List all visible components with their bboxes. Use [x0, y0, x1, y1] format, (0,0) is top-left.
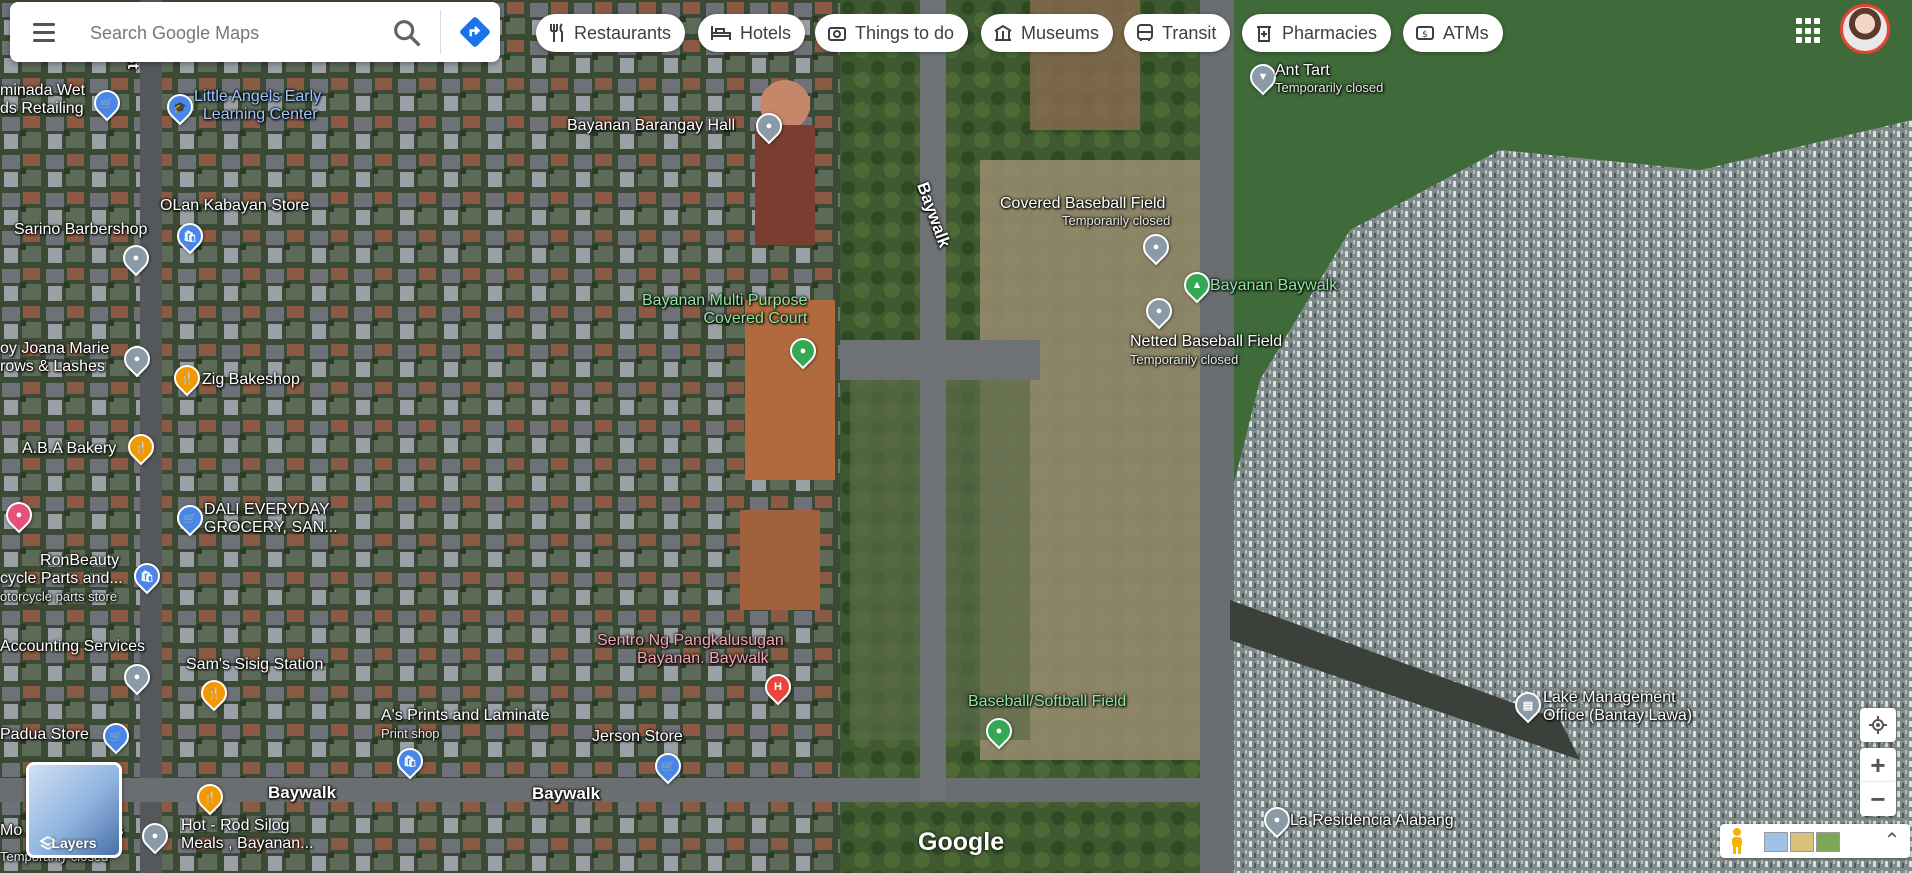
- place-label[interactable]: Bayanan Multi Purpose Covered Court: [642, 292, 807, 328]
- place-label[interactable]: Netted Baseball Field: [1130, 333, 1282, 351]
- bus-icon: [1137, 24, 1153, 41]
- place-label[interactable]: OLan Kabayan Store: [160, 197, 309, 215]
- place-label[interactable]: La Residencia Alabang: [1290, 812, 1454, 830]
- place-label[interactable]: oy Joana Marie rows & Lashes: [0, 340, 109, 376]
- search-input[interactable]: [88, 16, 382, 50]
- place-label[interactable]: Little Angels Early Learning Center: [194, 88, 321, 124]
- search-box: [10, 2, 500, 62]
- pharmacy-icon: [1257, 26, 1271, 42]
- chip-museums[interactable]: Museums: [981, 14, 1114, 52]
- place-label[interactable]: Covered Baseball Field: [1000, 195, 1165, 213]
- map-thumbnail-terrain[interactable]: [1816, 832, 1840, 852]
- place-status: Temporarily closed: [1275, 80, 1384, 95]
- place-label[interactable]: A's Prints and Laminate: [381, 707, 549, 725]
- place-label[interactable]: Hot - Rod Silog Meals , Bayanan...: [181, 817, 314, 853]
- place-label[interactable]: Lake Management Office (Bantay Lawa): [1543, 689, 1692, 725]
- camera-icon: [828, 27, 846, 41]
- atm-icon: $: [1416, 26, 1434, 40]
- satellite-map[interactable]: 🛒 minada Wet ds Retailing 🎓 Little Angels…: [0, 0, 1912, 873]
- chip-atms[interactable]: $ ATMs: [1403, 14, 1503, 52]
- chip-hotels[interactable]: Hotels: [698, 14, 806, 52]
- map-thumbnail-traffic[interactable]: [1764, 832, 1788, 852]
- place-status: Temporarily closed: [1062, 213, 1171, 228]
- chip-pharmacies[interactable]: Pharmacies: [1242, 14, 1392, 52]
- chip-transit[interactable]: Transit: [1124, 14, 1231, 52]
- place-label[interactable]: Sarino Barbershop: [14, 221, 147, 239]
- expand-icon[interactable]: ⌃: [1880, 828, 1904, 854]
- layers-label: Layers: [51, 835, 97, 851]
- place-label[interactable]: Baseball/Softball Field: [968, 693, 1126, 711]
- place-label[interactable]: RonBeauty cycle Parts and...: [0, 552, 123, 588]
- layers-button[interactable]: Layers: [26, 762, 122, 858]
- apps-grid-icon[interactable]: [1796, 18, 1822, 44]
- place-label[interactable]: Ant Tart: [1275, 62, 1330, 80]
- zoom-out-button[interactable]: −: [1860, 782, 1896, 816]
- avatar[interactable]: [1840, 4, 1890, 54]
- chip-things-to-do[interactable]: Things to do: [815, 14, 969, 52]
- location-crosshair-icon: [1869, 716, 1887, 734]
- menu-icon[interactable]: [28, 16, 60, 48]
- road-label-baywalk-2: Baywalk: [532, 784, 601, 803]
- pegman-icon[interactable]: [1726, 827, 1748, 855]
- place-label[interactable]: Sam's Sisig Station: [186, 656, 323, 674]
- svg-text:$: $: [1422, 30, 1428, 40]
- place-label[interactable]: Jerson Store: [592, 728, 683, 746]
- map-bottom-controls: ⌃: [1720, 824, 1910, 858]
- google-logo: Google: [918, 828, 1005, 856]
- satellite-imagery: [0, 0, 1912, 873]
- place-label[interactable]: Padua Store: [0, 726, 89, 744]
- fork-knife-icon: [550, 23, 563, 42]
- place-label[interactable]: Sentro Ng Pangkalusugan Bayanan. Baywalk: [597, 632, 784, 668]
- place-label[interactable]: minada Wet ds Retailing: [0, 82, 85, 118]
- museum-icon: [994, 24, 1012, 41]
- place-category: Print shop: [381, 726, 440, 741]
- place-label[interactable]: DALI EVERYDAY GROCERY, SAN...: [204, 501, 338, 537]
- place-label[interactable]: Accounting Services: [0, 638, 145, 656]
- bed-icon: [711, 26, 731, 40]
- my-location-button[interactable]: [1860, 708, 1896, 742]
- chip-restaurants[interactable]: Restaurants: [536, 14, 686, 52]
- search-divider: [440, 10, 441, 54]
- place-status: otorcycle parts store: [0, 589, 118, 604]
- place-label[interactable]: Bayanan Baywalk: [1210, 277, 1337, 295]
- road-label-baywalk: Baywalk: [268, 783, 337, 802]
- search-icon[interactable]: [390, 16, 424, 50]
- map-thumbnail-transit[interactable]: [1790, 832, 1814, 852]
- zoom-in-button[interactable]: +: [1860, 748, 1896, 782]
- place-label[interactable]: Zig Bakeshop: [202, 371, 300, 389]
- directions-icon[interactable]: [458, 15, 492, 49]
- place-label[interactable]: A.B.A Bakery: [22, 440, 116, 458]
- place-label[interactable]: Bayanan Barangay Hall: [567, 117, 735, 135]
- place-status: Temporarily closed: [1130, 352, 1239, 367]
